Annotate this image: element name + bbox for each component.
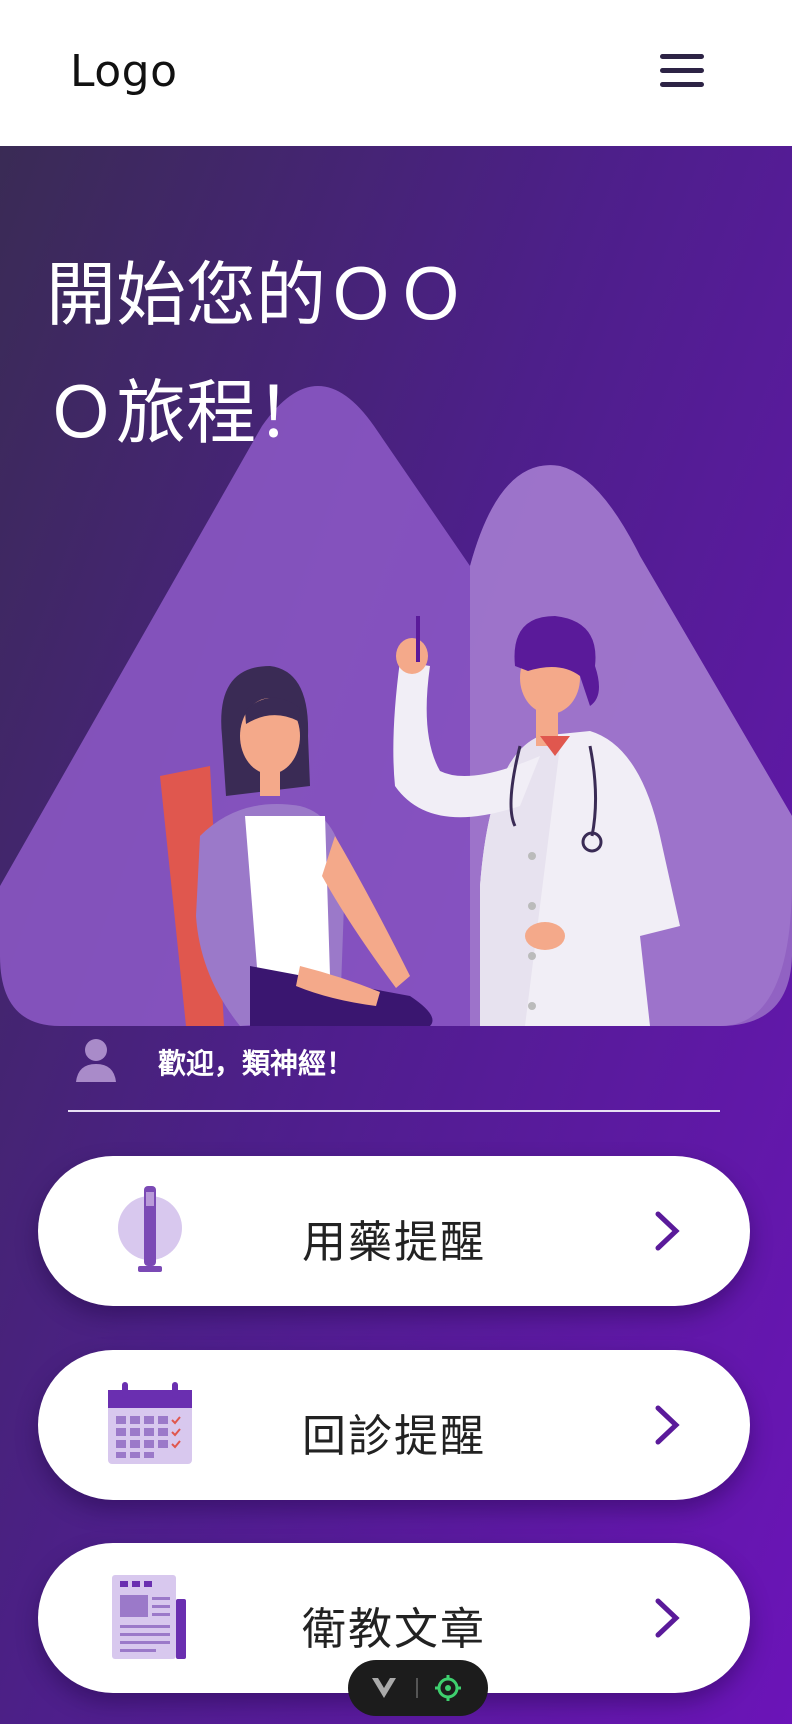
medication-reminder-card[interactable]: 用藥提醒 bbox=[38, 1156, 750, 1306]
hamburger-menu-button[interactable] bbox=[652, 52, 712, 92]
health-education-label: 衛教文章 bbox=[302, 1604, 486, 1655]
chevron-right-icon bbox=[655, 1211, 680, 1251]
app-header: Logo bbox=[0, 0, 792, 146]
appointment-reminder-label: 回診提醒 bbox=[302, 1411, 486, 1462]
medication-reminder-label: 用藥提醒 bbox=[302, 1217, 486, 1268]
hamburger-icon-bar bbox=[660, 68, 704, 73]
welcome-bar: 歡迎，類神經！ bbox=[68, 1026, 720, 1112]
welcome-message: 歡迎，類神經！ bbox=[158, 1047, 355, 1080]
dev-toolbar[interactable] bbox=[348, 1660, 488, 1716]
hero-title: 開始您的ＯＯＯ旅程！ bbox=[46, 254, 466, 454]
toolbar-divider bbox=[416, 1678, 418, 1698]
target-icon[interactable] bbox=[434, 1674, 462, 1702]
chevron-right-icon bbox=[655, 1405, 680, 1445]
chevron-right-icon bbox=[655, 1598, 680, 1638]
hero-section: 開始您的ＯＯＯ旅程！ 歡迎，類神經！ 用藥提醒 回診提醒 衛教文章 bbox=[0, 146, 792, 1724]
hamburger-icon-bar bbox=[660, 82, 704, 87]
logo[interactable]: Logo bbox=[70, 46, 178, 97]
appointment-reminder-card[interactable]: 回診提醒 bbox=[38, 1350, 750, 1500]
user-avatar-icon bbox=[76, 1039, 116, 1082]
vue-logo-icon[interactable] bbox=[370, 1676, 398, 1700]
hamburger-icon bbox=[660, 54, 704, 59]
